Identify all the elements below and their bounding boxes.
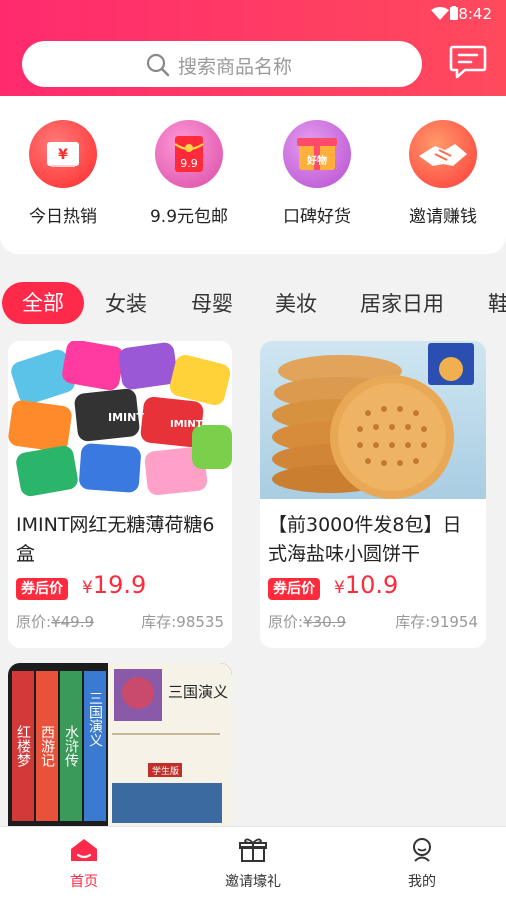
nav-label: 首页 xyxy=(70,874,98,890)
red-envelope-icon: 9.9 xyxy=(155,120,223,188)
tab-home-daily[interactable]: 居家日用 xyxy=(360,288,444,318)
original-price: 原价:¥49.9 xyxy=(16,613,95,631)
nav-mine[interactable]: 我的 xyxy=(362,837,482,891)
stock-count: 库存:91954 xyxy=(395,613,478,631)
category-good-goods[interactable]: 好物 口碑好货 xyxy=(262,120,372,227)
book-spine-4: 三国演义 xyxy=(87,691,103,747)
header: 8:42 搜索商品名称 xyxy=(0,0,506,96)
mint-tins-image: IMINT IMINT xyxy=(8,341,232,499)
coupon-price-tag: 券后价 xyxy=(16,578,68,600)
category-label: 今日热销 xyxy=(29,207,97,227)
user-icon xyxy=(413,838,431,862)
nav-home[interactable]: 首页 xyxy=(24,837,144,891)
nav-invite-gift[interactable]: 邀请壕礼 xyxy=(193,837,313,891)
category-hot-sale[interactable]: ¥ 今日热销 xyxy=(8,120,118,227)
product-title: IMINT网红无糖薄荷糖6盒 xyxy=(16,514,215,565)
tab-mother-baby[interactable]: 母婴 xyxy=(191,288,233,318)
coupon-price-tag: 券后价 xyxy=(268,578,320,600)
gift-icon xyxy=(239,838,267,862)
nav-label: 我的 xyxy=(408,874,436,890)
search-icon xyxy=(146,53,170,77)
svg-text:¥: ¥ xyxy=(58,147,68,163)
nav-label: 邀请壕礼 xyxy=(225,874,281,890)
search-bar[interactable]: 搜索商品名称 xyxy=(22,41,422,87)
brand-text: IMINT xyxy=(108,411,144,424)
tab-beauty[interactable]: 美妆 xyxy=(275,288,317,318)
tab-women-clothing[interactable]: 女装 xyxy=(105,288,147,318)
category-invite[interactable]: 邀请赚钱 xyxy=(388,120,498,227)
status-time: 8:42 xyxy=(458,5,492,23)
bottom-nav: 首页 邀请壕礼 我的 xyxy=(0,826,506,901)
search-placeholder: 搜索商品名称 xyxy=(178,56,293,78)
book-spine-1: 红楼梦 xyxy=(15,725,31,767)
category-label: 邀请赚钱 xyxy=(409,207,477,227)
book-cover-badge: 学生版 xyxy=(152,765,179,777)
book-cover-title: 三国演义 xyxy=(168,683,228,701)
category-label: 9.9元包邮 xyxy=(149,207,229,227)
category-9-9[interactable]: 9.9 9.9元包邮 xyxy=(134,120,244,227)
svg-text:9.9: 9.9 xyxy=(180,157,198,170)
original-price: 原价:¥30.9 xyxy=(268,613,347,631)
message-icon[interactable] xyxy=(449,44,487,80)
ticket-icon: ¥ xyxy=(29,120,97,188)
battery-icon xyxy=(450,6,458,20)
product-price: ¥19.9 xyxy=(82,571,147,599)
product-card[interactable]: 红楼梦 西游记 水浒传 三国演义 三国演义 学生版 xyxy=(8,663,232,826)
product-card[interactable]: IMINT IMINT IMINT网红无糖薄荷糖6盒 券后价 ¥19.9 原价:… xyxy=(8,341,232,648)
classic-novels-books-image: 红楼梦 西游记 水浒传 三国演义 三国演义 学生版 xyxy=(8,663,232,826)
wifi-icon xyxy=(431,7,449,20)
handshake-icon xyxy=(409,120,477,188)
category-card: ¥ 今日热销 9.9 9.9元包邮 好物 口碑好货 邀请赚钱 xyxy=(0,96,506,254)
round-biscuits-image xyxy=(260,341,486,499)
stock-count: 库存:98535 xyxy=(141,613,224,631)
svg-text:IMINT: IMINT xyxy=(170,419,203,430)
product-title: 【前3000件发8包】日式海盐味小圆饼干 xyxy=(268,514,462,565)
home-icon xyxy=(71,839,97,861)
category-label: 口碑好货 xyxy=(283,207,351,227)
product-price: ¥10.9 xyxy=(334,571,399,599)
product-card[interactable]: 【前3000件发8包】日式海盐味小圆饼干 券后价 ¥10.9 原价:¥30.9 … xyxy=(260,341,486,648)
svg-text:好物: 好物 xyxy=(306,154,327,167)
category-tabs: 女装 母婴 美妆 居家日用 鞋 xyxy=(0,282,506,326)
book-spine-2: 西游记 xyxy=(39,725,55,767)
book-spine-3: 水浒传 xyxy=(63,725,79,767)
gift-box-icon: 好物 xyxy=(283,120,351,188)
tab-shoes[interactable]: 鞋 xyxy=(488,288,506,318)
